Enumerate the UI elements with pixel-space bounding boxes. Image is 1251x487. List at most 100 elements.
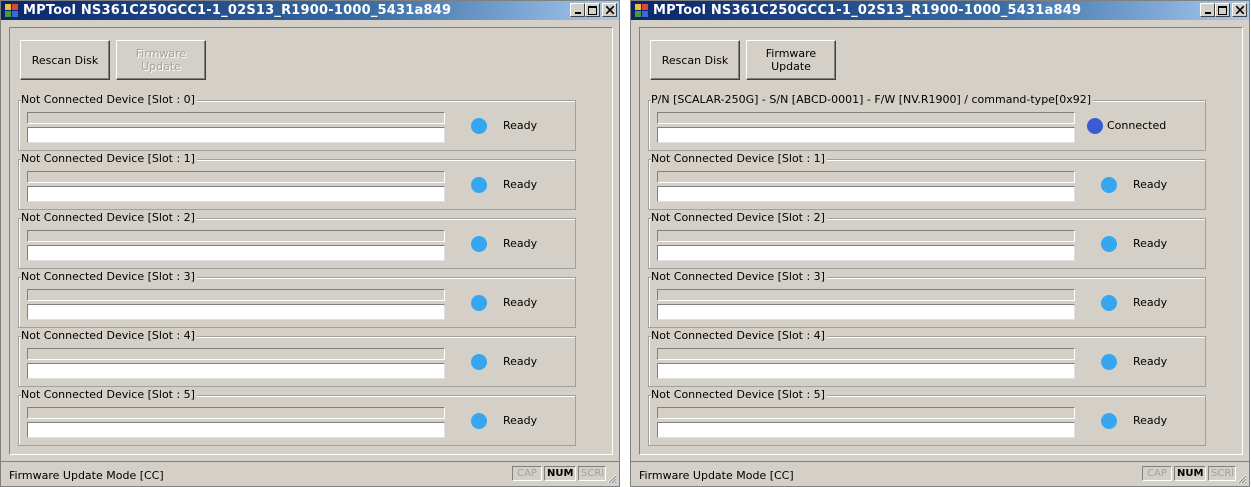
resize-grip-icon[interactable]	[1235, 472, 1247, 484]
app-icon	[4, 3, 19, 18]
slot-log-field	[27, 245, 445, 261]
cap-indicator: CAP	[1142, 466, 1172, 481]
rescan-disk-button[interactable]: Rescan Disk	[650, 40, 740, 80]
slot-device-label: Not Connected Device [Slot : 0]	[21, 93, 197, 106]
slot-group-5: Not Connected Device [Slot : 5] Ready	[18, 389, 576, 446]
firmware-update-button[interactable]: Firmware Update	[746, 40, 836, 80]
resize-grip-icon[interactable]	[605, 472, 617, 484]
slot-status-led-icon	[1101, 177, 1117, 193]
slot-status-led-icon	[1101, 236, 1117, 252]
slot-group-1: Not Connected Device [Slot : 1] Ready	[648, 153, 1206, 210]
minimize-button[interactable]	[570, 3, 585, 17]
slot-status-text: Ready	[503, 237, 538, 250]
slot-device-label: Not Connected Device [Slot : 3]	[21, 270, 197, 283]
slot-group-1: Not Connected Device [Slot : 1] Ready	[18, 153, 576, 210]
slot-group-2: Not Connected Device [Slot : 2] Ready	[648, 212, 1206, 269]
slot-status-led-icon	[1087, 118, 1103, 134]
mptool-window-right: MPTool NS361C250GCC1-1_02S13_R1900-1000_…	[630, 0, 1250, 487]
slot-group-3: Not Connected Device [Slot : 3] Ready	[18, 271, 576, 328]
minimize-icon	[574, 12, 581, 14]
close-icon	[605, 6, 614, 14]
close-button[interactable]	[602, 3, 617, 17]
slot-log-field	[657, 363, 1075, 379]
maximize-icon	[1218, 5, 1227, 15]
slot-device-label: Not Connected Device [Slot : 5]	[21, 388, 197, 401]
window-title: MPTool NS361C250GCC1-1_02S13_R1900-1000_…	[653, 3, 1082, 18]
maximize-button[interactable]	[585, 3, 600, 17]
slot-status-led-icon	[1101, 413, 1117, 429]
client-area: Rescan Disk Firmware Update Not Connecte…	[9, 27, 613, 455]
slot-log-field	[27, 304, 445, 320]
slot-status-text: Ready	[1133, 296, 1168, 309]
slot-log-field	[657, 422, 1075, 438]
slot-progress-bar	[657, 171, 1075, 183]
num-indicator: NUM	[1174, 466, 1206, 481]
slot-status-text: Ready	[503, 414, 538, 427]
num-indicator: NUM	[544, 466, 576, 481]
slot-progress-bar	[27, 407, 445, 419]
slot-group-0: Not Connected Device [Slot : 0] Ready	[18, 94, 576, 151]
slot-log-field	[27, 422, 445, 438]
slot-status-led-icon	[471, 177, 487, 193]
slot-status-text: Connected	[1107, 119, 1167, 132]
minimize-button[interactable]	[1200, 3, 1215, 17]
slot-status-text: Ready	[1133, 414, 1168, 427]
client-area: Rescan Disk Firmware Update P/N [SCALAR-…	[639, 27, 1243, 455]
status-mode-text: Firmware Update Mode [CC]	[639, 469, 794, 482]
slot-progress-bar	[657, 407, 1075, 419]
slot-progress-bar	[27, 230, 445, 242]
status-bar: Firmware Update Mode [CC] CAP NUM SCRl	[1, 461, 619, 486]
slot-group-2: Not Connected Device [Slot : 2] Ready	[18, 212, 576, 269]
slot-status-led-icon	[1101, 295, 1117, 311]
close-icon	[1235, 6, 1244, 14]
slot-log-field	[27, 363, 445, 379]
mptool-window-left: MPTool NS361C250GCC1-1_02S13_R1900-1000_…	[0, 0, 620, 487]
title-bar[interactable]: MPTool NS361C250GCC1-1_02S13_R1900-1000_…	[1, 1, 619, 20]
slot-log-field	[657, 245, 1075, 261]
slot-status-text: Ready	[1133, 178, 1168, 191]
slot-device-label: Not Connected Device [Slot : 2]	[651, 211, 827, 224]
slot-device-label: Not Connected Device [Slot : 3]	[651, 270, 827, 283]
slot-progress-bar	[657, 112, 1075, 124]
slot-progress-bar	[657, 348, 1075, 360]
slot-progress-bar	[27, 348, 445, 360]
maximize-button[interactable]	[1215, 3, 1230, 17]
slot-group-4: Not Connected Device [Slot : 4] Ready	[648, 330, 1206, 387]
slot-progress-bar	[657, 289, 1075, 301]
slot-device-label: Not Connected Device [Slot : 5]	[651, 388, 827, 401]
slot-device-label: Not Connected Device [Slot : 2]	[21, 211, 197, 224]
slot-progress-bar	[27, 171, 445, 183]
cap-indicator: CAP	[512, 466, 542, 481]
slot-status-led-icon	[471, 295, 487, 311]
firmware-update-button[interactable]: Firmware Update	[116, 40, 206, 80]
slot-progress-bar	[27, 112, 445, 124]
slot-device-label: Not Connected Device [Slot : 4]	[651, 329, 827, 342]
app-icon	[634, 3, 649, 18]
slot-log-field	[27, 186, 445, 202]
slot-status-led-icon	[471, 413, 487, 429]
slot-status-led-icon	[471, 236, 487, 252]
slot-log-field	[657, 127, 1075, 143]
maximize-icon	[588, 5, 597, 15]
slot-status-led-icon	[471, 354, 487, 370]
status-bar: Firmware Update Mode [CC] CAP NUM SCRl	[631, 461, 1249, 486]
slot-log-field	[27, 127, 445, 143]
minimize-icon	[1204, 12, 1211, 14]
title-bar[interactable]: MPTool NS361C250GCC1-1_02S13_R1900-1000_…	[631, 1, 1249, 20]
slot-group-0: P/N [SCALAR-250G] - S/N [ABCD-0001] - F/…	[648, 94, 1206, 151]
slot-status-text: Ready	[1133, 237, 1168, 250]
slot-status-text: Ready	[1133, 355, 1168, 368]
slot-status-led-icon	[1101, 354, 1117, 370]
slot-device-label: Not Connected Device [Slot : 4]	[21, 329, 197, 342]
slot-device-label: Not Connected Device [Slot : 1]	[651, 152, 827, 165]
scrl-indicator: SCRl	[578, 466, 606, 481]
close-button[interactable]	[1232, 3, 1247, 17]
slot-status-text: Ready	[503, 296, 538, 309]
slot-progress-bar	[27, 289, 445, 301]
status-mode-text: Firmware Update Mode [CC]	[9, 469, 164, 482]
scrl-indicator: SCRl	[1208, 466, 1236, 481]
slot-group-3: Not Connected Device [Slot : 3] Ready	[648, 271, 1206, 328]
rescan-disk-button[interactable]: Rescan Disk	[20, 40, 110, 80]
slot-group-4: Not Connected Device [Slot : 4] Ready	[18, 330, 576, 387]
slot-log-field	[657, 304, 1075, 320]
